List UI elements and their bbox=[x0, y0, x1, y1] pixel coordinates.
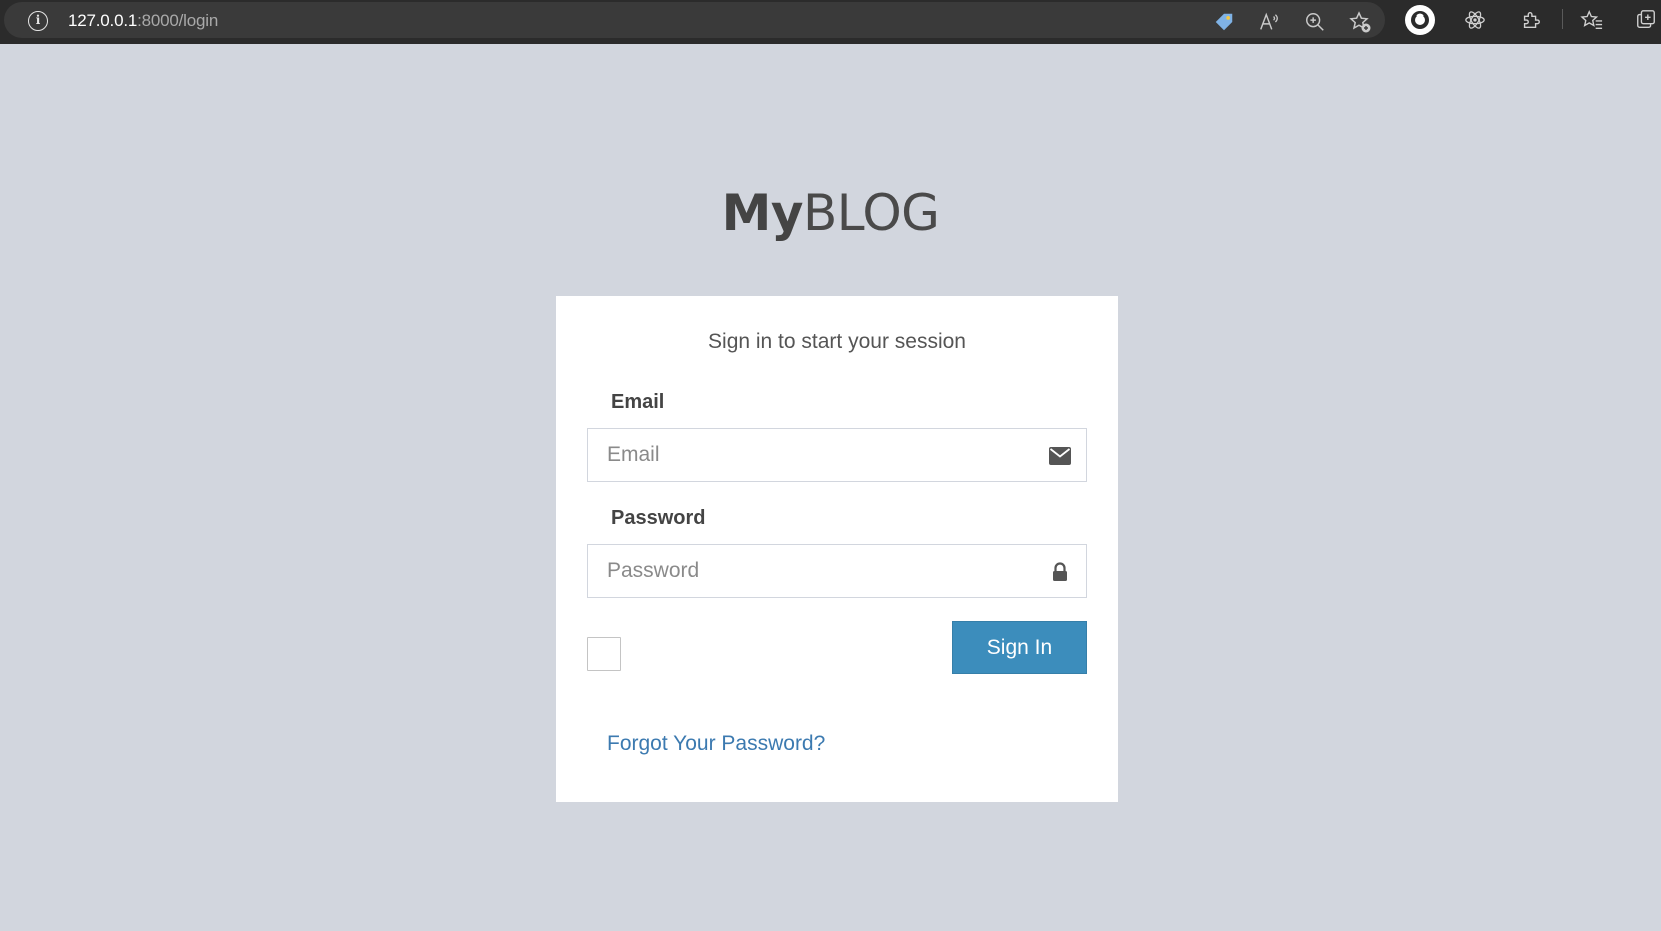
address-bar[interactable]: i 127.0.0.1:8000/login bbox=[4, 2, 1385, 38]
password-input[interactable] bbox=[588, 545, 1086, 597]
forgot-password-link[interactable]: Forgot Your Password? bbox=[607, 732, 825, 756]
lock-icon bbox=[1048, 560, 1072, 584]
collections-icon[interactable] bbox=[1634, 8, 1658, 32]
zoom-icon[interactable] bbox=[1303, 10, 1327, 34]
password-field-wrapper bbox=[587, 544, 1087, 598]
login-box-message: Sign in to start your session bbox=[708, 330, 966, 353]
email-label: Email bbox=[611, 391, 665, 413]
url-text[interactable]: 127.0.0.1:8000/login bbox=[68, 11, 218, 31]
envelope-icon bbox=[1048, 444, 1072, 468]
site-info-icon[interactable]: i bbox=[28, 11, 48, 31]
profile-icon[interactable] bbox=[1404, 4, 1436, 36]
favorites-icon[interactable] bbox=[1580, 8, 1604, 32]
email-input[interactable] bbox=[588, 429, 1086, 481]
remember-me-checkbox[interactable] bbox=[587, 637, 621, 671]
email-field-wrapper bbox=[587, 428, 1087, 482]
logo-bold-text: My bbox=[721, 184, 804, 242]
url-path: :8000/login bbox=[137, 11, 219, 30]
toolbar-separator bbox=[1562, 9, 1563, 29]
password-label: Password bbox=[611, 507, 706, 529]
url-host: 127.0.0.1 bbox=[68, 11, 138, 30]
extensions-icon[interactable] bbox=[1519, 8, 1543, 32]
read-aloud-icon[interactable] bbox=[1257, 10, 1281, 34]
react-devtools-icon[interactable] bbox=[1463, 8, 1487, 32]
logo-light-text: BLOG bbox=[802, 184, 940, 242]
browser-toolbar: i 127.0.0.1:8000/login bbox=[0, 0, 1661, 44]
site-logo[interactable]: MyBLOG bbox=[0, 184, 1661, 242]
sign-in-button[interactable]: Sign In bbox=[952, 621, 1087, 674]
login-box: Sign in to start your session Email Pass… bbox=[556, 296, 1118, 802]
tag-icon[interactable] bbox=[1212, 10, 1236, 34]
add-favorite-icon[interactable] bbox=[1348, 10, 1372, 34]
